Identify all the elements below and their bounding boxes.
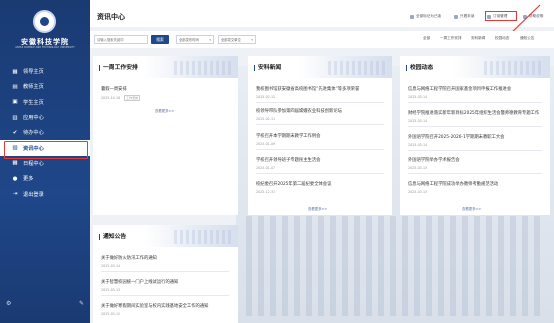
sidebar-item-label: 待办中心: [23, 130, 44, 137]
settings-icon[interactable]: ⚙: [6, 300, 11, 307]
list-item[interactable]: 关于做好防火防汛工作的通知 2025-03-14: [101, 255, 226, 268]
apps-icon: ▥: [12, 114, 18, 121]
highlight-box-nav: [4, 141, 88, 159]
publish-time-select[interactable]: 全部发布时间 ▾: [176, 35, 214, 44]
category-badge: 工作安排: [124, 94, 141, 101]
sidebar-item-label: 日程中心: [23, 160, 44, 167]
search-input[interactable]: [94, 35, 148, 44]
tab-notice[interactable]: 通知公告: [520, 36, 534, 41]
teacher-icon: ▤: [12, 83, 18, 90]
list-item[interactable]: 暑假一周安排 2025-10-18 工作安排: [101, 86, 226, 101]
chevron-down-icon: ▾: [251, 38, 253, 42]
card-title: 安科新闻: [254, 65, 281, 71]
card-title: 一周工作安排: [99, 65, 138, 71]
view-more-link[interactable]: 查看更多>>: [155, 108, 174, 113]
card-title: 校园动态: [406, 65, 433, 71]
list-item[interactable]: 学校召开领导班子专题民主生活会 2025-01-07: [256, 157, 381, 170]
list-item[interactable]: 财经学院推进落实新年新目标2025年组织生活会暨师德教育专题工作 2025-03-…: [408, 110, 546, 123]
sidebar-item-student[interactable]: ▣ 学生主页: [0, 95, 90, 110]
logo-subtitle: ANHUI SCIENCE AND TECHNOLOGY UNIVERSITY: [15, 46, 75, 49]
view-more-link[interactable]: 查看更多>>: [308, 206, 327, 211]
list-item[interactable]: 外国语学院召开2025-2026-1学期期末教职工大会 2025-03-14: [408, 134, 546, 147]
sidebar-item-label: 更多: [23, 176, 34, 183]
search-button[interactable]: 搜索: [151, 35, 169, 44]
card-weekly-schedule: 一周工作安排 暑假一周安排 2025-10-18 工作安排 查看更多>>: [93, 56, 238, 215]
list-item[interactable]: 信息与网络工程学院召开国家基金项目申报工作推进会 2025-03-14: [408, 86, 546, 99]
sidebar-item-label: 学生主页: [23, 99, 44, 106]
sidebar-item-logout[interactable]: ⇥ 退出登录: [0, 186, 90, 201]
view-more-link[interactable]: 查看更多>>: [462, 206, 481, 211]
check-icon: ✔: [12, 129, 18, 136]
student-icon: ▣: [12, 99, 18, 106]
logo[interactable]: 安徽科技学院 ANHUI SCIENCE AND TECHNOLOGY UNIV…: [0, 0, 90, 58]
filter-icon: [454, 14, 458, 19]
filter-bar: 搜索 全部发布时间▾ 全部发文单位▾ 全部 一周工作安排 安科新闻 校园动态 通…: [90, 31, 554, 48]
sidebar-item-label: 教师主页: [23, 84, 44, 91]
card-title: 通知公告: [99, 234, 126, 240]
logout-icon: ⇥: [12, 191, 18, 198]
mark-all-read-link[interactable]: 全部标记为已读: [410, 14, 441, 19]
tab-news[interactable]: 安科新闻: [471, 36, 485, 41]
list-item[interactable]: 关于智慧校园统一门户上线试运行的通知 2025-03-13: [101, 279, 226, 292]
more-icon: ●: [12, 175, 18, 182]
sidebar-item-leader[interactable]: ▦ 领导主页: [0, 64, 90, 79]
page-title: 资讯中心: [97, 13, 125, 21]
publisher-select[interactable]: 全部发文单位 ▾: [218, 35, 256, 44]
tab-campus[interactable]: 校园动态: [495, 36, 509, 41]
tab-all[interactable]: 全部: [423, 36, 430, 41]
list-item[interactable]: 校领导带队参加第四届嫦娥农业科技创新论坛 2025-02-11: [256, 108, 381, 121]
sidebar: 安徽科技学院 ANHUI SCIENCE AND TECHNOLOGY UNIV…: [0, 0, 90, 323]
list-item[interactable]: 外国语学院举办学术报告会 2025-03-13: [408, 157, 546, 170]
sidebar-item-todo[interactable]: ✔ 待办中心: [0, 125, 90, 140]
list-item[interactable]: 我校图书馆获安徽省高校图书馆“先进集体”等多项荣誉 2025-02-12: [256, 86, 381, 99]
sidebar-item-more[interactable]: ● 更多: [0, 171, 90, 186]
mark-read-icon: [410, 14, 414, 19]
list-item[interactable]: 校纪委召开2025年第二届纪委全体会议 2025-12-31: [256, 181, 381, 194]
sidebar-item-teacher[interactable]: ▤ 教师主页: [0, 79, 90, 94]
sidebar-nav: ▦ 领导主页 ▤ 教师主页 ▣ 学生主页 ▥ 应用中心 ✔ 待办中心 ▨ 资讯中心 ▦ 日程中…: [0, 64, 90, 202]
tab-weekly[interactable]: 一周工作安排: [440, 36, 462, 41]
calendar-icon: ▦: [12, 160, 18, 167]
sidebar-item-label: 领导主页: [23, 69, 44, 76]
chevron-down-icon: ▾: [209, 38, 211, 42]
sidebar-footer: ⚙ ✎: [6, 300, 84, 307]
logo-emblem-icon: [33, 10, 56, 33]
list-item[interactable]: 信息与网络工程学院成功举办教师考勤规范活动 2025-03-13: [408, 181, 546, 194]
card-campus: 校园动态 信息与网络工程学院召开国家基金项目申报工作推进会 2025-03-14 …: [400, 56, 550, 215]
list-item[interactable]: 学校召开本学期期末教学工作例会 2025-01-09: [256, 133, 381, 146]
list-item[interactable]: 关于做好寒假期间实验室与校内实践基地安全工作的通知 2025-03-12: [101, 303, 226, 316]
sidebar-item-label: 应用中心: [23, 115, 44, 122]
grid-icon: ▦: [12, 68, 18, 75]
card-notice: 通知公告 关于做好防火防汛工作的通知 2025-03-14 关于智慧校园统一门户上…: [93, 225, 238, 323]
card-news: 安科新闻 我校图书馆获安徽省高校图书馆“先进集体”等多项荣誉 2025-02-12…: [248, 56, 392, 215]
edit-icon[interactable]: ✎: [79, 300, 84, 307]
sidebar-item-label: 退出登录: [23, 191, 44, 198]
sidebar-item-apps[interactable]: ▥ 应用中心: [0, 110, 90, 125]
